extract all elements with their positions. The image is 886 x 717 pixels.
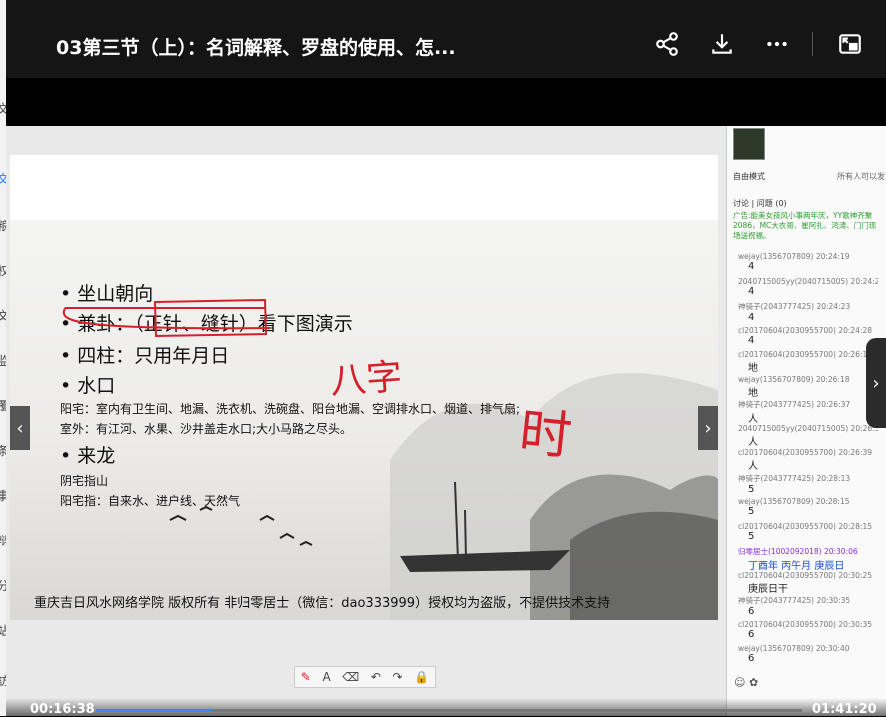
avatar bbox=[733, 128, 765, 160]
redo-icon[interactable]: ↷ bbox=[393, 670, 403, 684]
chat-message: wejay(1356707809) 20:26:18 地 bbox=[738, 375, 850, 399]
chat-text: 6 bbox=[748, 606, 755, 617]
chat-text: 5 bbox=[748, 483, 755, 495]
handwriting-bazi: 八字 bbox=[328, 356, 404, 403]
chat-text: 4 bbox=[748, 334, 755, 346]
chat-text: 4 bbox=[748, 285, 755, 297]
chat-user: cl20170604(2030955700) 20:30:35 bbox=[738, 619, 873, 629]
chat-user: wejay(1356707809) 20:28:15 bbox=[738, 497, 850, 506]
chat-text: 6 bbox=[748, 653, 755, 664]
emoji-icon[interactable]: ☺ ✿ bbox=[734, 676, 758, 689]
chat-user: wejay(1356707809) 20:30:40 bbox=[738, 644, 850, 653]
chat-text: 人 bbox=[748, 461, 758, 472]
chat-user: wejay(1356707809) 20:26:18 bbox=[738, 374, 850, 384]
pip-icon[interactable] bbox=[834, 28, 866, 60]
chat-message: 2040715005yy(2040715005) 20:26:37 人 bbox=[738, 424, 878, 448]
chat-user: cl20170604(2030955700) 20:24:28 bbox=[738, 325, 873, 335]
more-icon[interactable] bbox=[761, 28, 793, 60]
chat-text: 6 bbox=[748, 628, 755, 640]
slide: • 坐山朝向 • 兼卦：（正针、缝针）看下图演示 • 四柱：只用年月日 • 水口… bbox=[10, 220, 718, 620]
chat-message: cl20170604(2030955700) 20:30:35 6 bbox=[738, 620, 872, 640]
handwriting-shi: 时 bbox=[516, 402, 575, 468]
chat-message: 归零居士(1002092018) 20:30:06 丁酉年 丙午月 庚辰日 bbox=[738, 546, 858, 572]
pen-toolbar: ✎ A ⌫ ↶ ↷ 🔒 bbox=[294, 666, 436, 688]
chat-text: 地 bbox=[748, 387, 758, 399]
chat-permission: 所有人可以发言 bbox=[837, 172, 886, 181]
chat-notice: 广告:能美女孩风小事两年庆，YY歌神齐聚2086，MC大衣哥、崔阿扎、鸿涛、门门… bbox=[733, 211, 877, 240]
chat-message: 神骑子(2043777425) 20:28:13 5 bbox=[738, 473, 850, 495]
chat-message: cl20170604(2030955700) 20:26:17 地 bbox=[738, 350, 872, 374]
chat-mode[interactable]: 自由模式 bbox=[733, 171, 765, 182]
chat-message: 神骑子(2043777425) 20:24:23 4 bbox=[738, 301, 850, 323]
total-time: 01:41:20 bbox=[812, 702, 877, 717]
divider bbox=[812, 32, 813, 56]
chat-user: 2040715005yy(2040715005) 20:24:20 bbox=[738, 276, 878, 286]
chat-text: 人 bbox=[748, 436, 758, 448]
slide-header bbox=[10, 155, 718, 220]
chat-user: 神骑子(2043777425) 20:24:23 bbox=[738, 302, 851, 311]
chat-message: wejay(1356707809) 20:28:15 5 bbox=[738, 497, 850, 517]
text-tool-icon[interactable]: A bbox=[322, 670, 330, 684]
chat-user: cl20170604(2030955700) 20:30:25 bbox=[738, 570, 873, 580]
download-icon[interactable] bbox=[706, 28, 738, 60]
chevron-right-icon[interactable]: › bbox=[866, 338, 886, 428]
slide-footer: 重庆吉日风水网络学院 版权所有 非归零居士（微信：dao333999）授权均为盗… bbox=[34, 596, 611, 611]
chat-message: wejay(1356707809) 20:30:40 6 bbox=[738, 644, 850, 664]
lock-icon[interactable]: 🔒 bbox=[414, 670, 429, 684]
black-band bbox=[6, 78, 886, 126]
chat-text: 4 bbox=[748, 261, 755, 272]
chat-message: wejay(1356707809) 20:24:19 4 bbox=[738, 252, 850, 272]
progress-overlay bbox=[6, 698, 886, 716]
chat-user: cl20170604(2030955700) 20:28:15 bbox=[738, 521, 873, 531]
chat-text: 地 bbox=[748, 363, 758, 374]
chat-user: 2040715005yy(2040715005) 20:26:37 bbox=[738, 423, 878, 433]
current-time: 00:16:38 bbox=[30, 702, 95, 717]
chat-user: wejay(1356707809) 20:24:19 bbox=[738, 252, 850, 261]
chat-user: cl20170604(2030955700) 20:26:39 bbox=[738, 448, 873, 457]
chat-message: cl20170604(2030955700) 20:30:25 庚辰日干 bbox=[738, 571, 872, 595]
chat-user: 神骑子(2043777425) 20:30:35 bbox=[738, 596, 851, 605]
chat-user: 神骑子(2043777425) 20:28:13 bbox=[738, 473, 851, 483]
chat-text: 4 bbox=[748, 312, 755, 323]
chat-tabs[interactable]: 讨论 | 问题 (0) bbox=[733, 198, 787, 209]
chat-message: 2040715005yy(2040715005) 20:24:20 4 bbox=[738, 277, 878, 297]
chat-user: 归零居士(1002092018) 20:30:06 bbox=[738, 547, 858, 556]
chat-text: 5 bbox=[748, 530, 755, 542]
chat-message-list: wejay(1356707809) 20:24:19 4 2040715005yy(… bbox=[738, 252, 878, 682]
progress-fill bbox=[96, 709, 212, 712]
video-title: 03第三节（上）：名词解释、罗盘的使用、怎... bbox=[56, 37, 456, 59]
chat-message: 神骑子(2043777425) 20:26:37 人 bbox=[738, 399, 850, 425]
chat-text: 5 bbox=[748, 506, 755, 517]
chevron-left-icon[interactable]: ‹ bbox=[10, 406, 30, 450]
eraser-icon[interactable]: ⌫ bbox=[342, 670, 359, 684]
chat-message: cl20170604(2030955700) 20:24:28 4 bbox=[738, 326, 872, 346]
chat-text: 庚辰日干 bbox=[748, 583, 788, 595]
chat-message: cl20170604(2030955700) 20:26:39 人 bbox=[738, 448, 872, 472]
pen-annotations bbox=[62, 298, 271, 338]
undo-icon[interactable]: ↶ bbox=[371, 670, 381, 684]
chat-message: 神骑子(2043777425) 20:30:35 6 bbox=[738, 595, 850, 617]
pen-icon[interactable]: ✎ bbox=[301, 670, 311, 684]
share-icon[interactable] bbox=[651, 28, 683, 60]
chevron-right-icon[interactable]: › bbox=[698, 406, 718, 450]
chat-message: cl20170604(2030955700) 20:28:15 5 bbox=[738, 522, 872, 542]
chat-user: cl20170604(2030955700) 20:26:17 bbox=[738, 350, 873, 359]
chat-user: 神骑子(2043777425) 20:26:37 bbox=[738, 400, 851, 409]
